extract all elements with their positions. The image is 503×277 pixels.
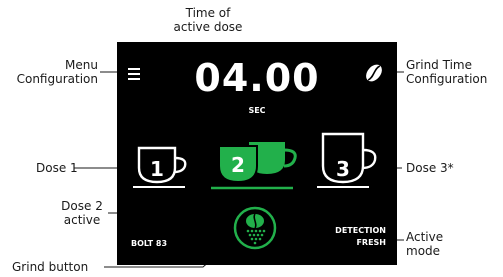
label-time-of-active-dose: Time of active dose xyxy=(173,6,243,34)
dose-2-button[interactable]: 2 xyxy=(211,138,303,192)
dose-2-number: 2 xyxy=(231,153,245,177)
grinder-name: BOLT 83 xyxy=(131,239,168,248)
active-mode-line-2[interactable]: FRESH xyxy=(356,238,386,248)
label-active-mode: Active mode xyxy=(406,230,444,258)
grind-button-icon[interactable] xyxy=(233,206,277,250)
dose-3-number: 3 xyxy=(336,157,350,181)
dose-time-unit: SEC xyxy=(248,106,266,115)
dose-time-display: 04.00 xyxy=(194,56,320,100)
label-grind-time-configuration: Grind Time Configuration xyxy=(406,58,488,86)
dose-1-button[interactable]: 1 xyxy=(131,144,193,190)
label-dose-1: Dose 1 xyxy=(36,161,78,175)
active-mode-line-1[interactable]: DETECTION xyxy=(335,226,386,236)
dose-3-button[interactable]: 3 xyxy=(317,132,383,190)
label-dose-3: Dose 3* xyxy=(406,161,454,175)
dose-1-number: 1 xyxy=(150,157,164,181)
label-grind-button: Grind button xyxy=(12,260,89,274)
device-screen: 04.00 SEC 1 2 3 BOLT 83 DETECTION FRESH xyxy=(117,42,397,265)
label-menu-configuration: Menu Configuration xyxy=(16,58,98,86)
label-dose-2-active: Dose 2 active xyxy=(61,199,103,227)
